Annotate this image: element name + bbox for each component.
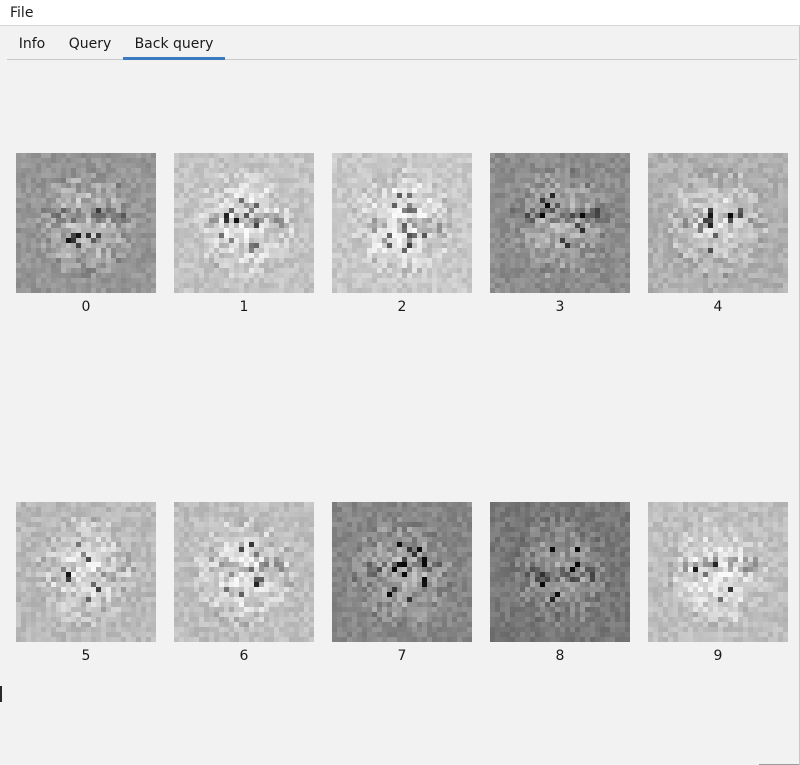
digit-label: 8 <box>555 648 565 664</box>
digit-cell-3: 3 <box>490 153 630 315</box>
digit-cell-1: 1 <box>174 153 314 315</box>
back-query-image-0 <box>16 153 156 293</box>
tab-back-query[interactable]: Back query <box>123 27 225 60</box>
digit-label: 2 <box>397 299 407 315</box>
menubar: File <box>0 0 800 26</box>
back-query-image-8 <box>490 502 630 642</box>
digit-label: 1 <box>239 299 249 315</box>
back-query-image-4 <box>648 153 788 293</box>
digit-cell-8: 8 <box>490 502 630 664</box>
digit-cell-0: 0 <box>16 153 156 315</box>
tab-bar: Info Query Back query <box>7 27 797 60</box>
back-query-image-2 <box>332 153 472 293</box>
digit-label: 3 <box>555 299 565 315</box>
app-window: File Info Query Back query 0 1 2 3 4 5 6… <box>0 0 800 765</box>
back-query-image-7 <box>332 502 472 642</box>
digit-cell-2: 2 <box>332 153 472 315</box>
window-edge-marker <box>0 686 2 702</box>
digit-label: 7 <box>397 648 407 664</box>
digit-cell-7: 7 <box>332 502 472 664</box>
digit-label: 6 <box>239 648 249 664</box>
digit-cell-4: 4 <box>648 153 788 315</box>
back-query-image-3 <box>490 153 630 293</box>
digit-label: 9 <box>713 648 723 664</box>
back-query-image-9 <box>648 502 788 642</box>
back-query-image-5 <box>16 502 156 642</box>
digit-cell-6: 6 <box>174 502 314 664</box>
digit-label: 4 <box>713 299 723 315</box>
back-query-image-1 <box>174 153 314 293</box>
digit-label: 0 <box>81 299 91 315</box>
menu-file[interactable]: File <box>10 5 33 21</box>
back-query-image-6 <box>174 502 314 642</box>
digit-cell-5: 5 <box>16 502 156 664</box>
digit-cell-9: 9 <box>648 502 788 664</box>
tab-query[interactable]: Query <box>59 27 121 59</box>
tab-info[interactable]: Info <box>7 27 57 59</box>
back-query-panel: 0 1 2 3 4 5 6 7 8 9 <box>0 60 800 765</box>
digit-label: 5 <box>81 648 91 664</box>
